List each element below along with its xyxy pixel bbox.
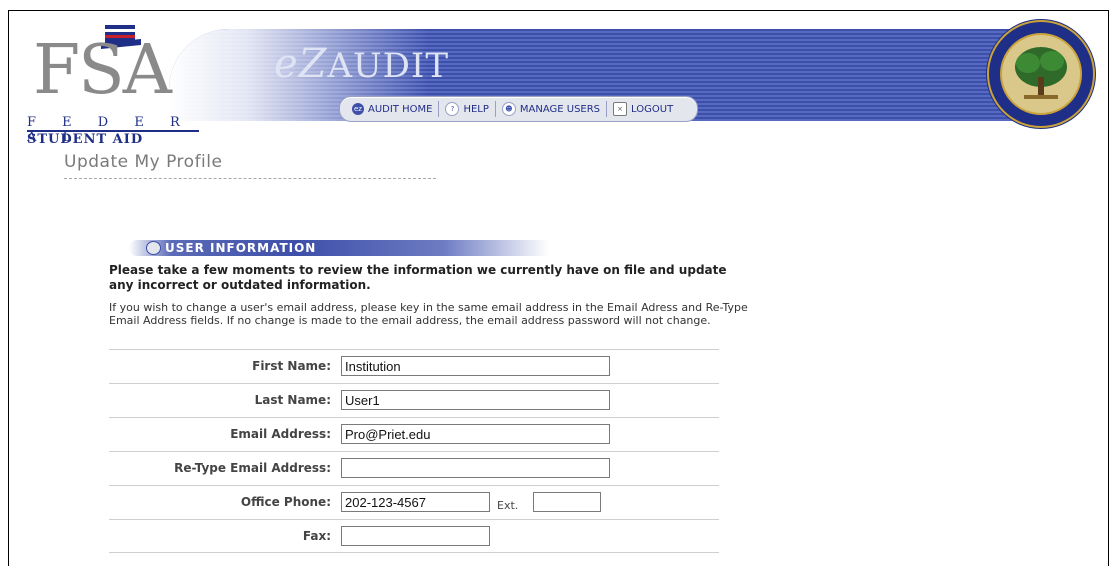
fax-label: Fax: xyxy=(302,529,331,543)
last-name-input[interactable] xyxy=(341,390,610,410)
fax-input[interactable] xyxy=(341,526,490,546)
page-frame: eZAUDIT FSA F E D E R A L STUDENT AID ez… xyxy=(8,10,1109,566)
fsa-logo[interactable]: FSA F E D E R A L STUDENT AID xyxy=(27,19,217,147)
fsa-student-aid-text: STUDENT AID xyxy=(27,132,144,147)
email-address-label: Email Address: xyxy=(230,427,331,441)
nav-manage-users-label: MANAGE USERS xyxy=(519,103,601,115)
fsa-letters: FSA xyxy=(33,31,172,110)
last-name-label: Last Name: xyxy=(254,393,331,407)
intro-instructions: Please take a few moments to review the … xyxy=(109,263,727,292)
users-icon: ☻ xyxy=(501,102,516,116)
department-of-education-seal-icon xyxy=(986,19,1096,129)
retype-email-input[interactable] xyxy=(341,458,610,478)
first-name-label: First Name: xyxy=(252,359,331,373)
nav-logout-label: LOGOUT xyxy=(631,103,674,115)
nav-audit-home[interactable]: ez AUDIT HOME xyxy=(346,100,438,118)
email-address-input[interactable] xyxy=(341,424,610,444)
retype-email-label: Re-Type Email Address: xyxy=(174,461,331,475)
office-phone-input[interactable] xyxy=(341,492,490,512)
extension-input[interactable] xyxy=(533,492,601,512)
form-row-last-name: Last Name: xyxy=(109,383,719,417)
nav-help[interactable]: ? HELP xyxy=(439,100,494,118)
form-row-fax: Fax: xyxy=(109,519,719,553)
form-row-first-name: First Name: xyxy=(109,349,719,383)
app-title-text: AUDIT xyxy=(327,46,450,86)
app-title-prefix: eZ xyxy=(274,41,328,87)
site-header: eZAUDIT FSA F E D E R A L STUDENT AID ez… xyxy=(9,11,1108,147)
first-name-input[interactable] xyxy=(341,356,610,376)
email-change-note: If you wish to change a user's email add… xyxy=(109,301,748,327)
logout-icon: × xyxy=(613,102,628,116)
nav-audit-home-label: AUDIT HOME xyxy=(368,103,433,115)
ez-audit-section-icon xyxy=(146,241,161,255)
extension-label: Ext. xyxy=(497,499,519,512)
app-title: eZAUDIT xyxy=(274,41,449,87)
help-icon: ? xyxy=(445,102,460,116)
nav-logout[interactable]: × LOGOUT xyxy=(607,100,679,118)
nav-help-label: HELP xyxy=(463,103,489,115)
office-phone-label: Office Phone: xyxy=(240,495,331,509)
form-row-email: Email Address: xyxy=(109,417,719,451)
form-row-office-phone: Office Phone: Ext. xyxy=(109,485,719,519)
main-nav: ez AUDIT HOME ? HELP ☻ MANAGE USERS × LO… xyxy=(339,96,699,122)
user-info-form: First Name: Last Name: Email Address: Re… xyxy=(109,349,719,553)
page-title: Update My Profile xyxy=(64,152,223,172)
nav-manage-users[interactable]: ☻ MANAGE USERS xyxy=(496,100,606,118)
title-divider xyxy=(64,178,436,179)
ez-audit-icon: ez xyxy=(352,103,364,115)
section-title: USER INFORMATION xyxy=(165,241,317,255)
form-row-retype-email: Re-Type Email Address: xyxy=(109,451,719,485)
